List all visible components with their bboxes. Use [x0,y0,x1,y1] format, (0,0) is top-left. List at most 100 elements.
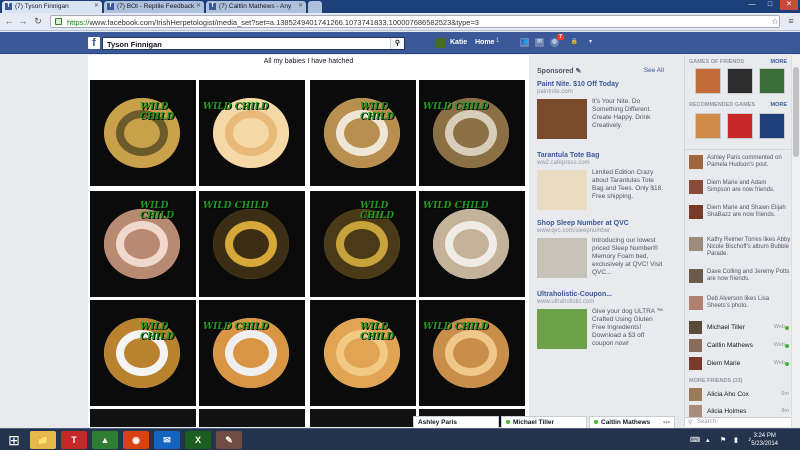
divider [685,149,792,150]
album-photo[interactable]: WILD CHILD [199,300,305,406]
snake-coil [124,229,160,259]
system-clock[interactable]: 3:24 PM 5/23/2014 [751,432,778,448]
game-thumbnail[interactable] [695,68,721,94]
search-icon[interactable]: ⚲ [390,38,404,49]
watermark-text: WILD CHILD [360,102,395,122]
album-photo[interactable] [199,409,305,427]
more-options-icon[interactable]: ••• [663,419,670,426]
sponsored-ad[interactable]: Shop Sleep Number at QVC www.qvc.com/slee… [537,220,668,278]
taskbar-chrome-icon[interactable]: ◉ [123,431,149,449]
flag-icon[interactable]: ⚑ [720,436,726,444]
chat-friend[interactable]: Diem Marie Web [689,357,789,371]
ad-title[interactable]: Shop Sleep Number at QVC [537,220,668,227]
album-photo[interactable] [310,409,416,427]
sponsored-ad[interactable]: Ultraholistic-Coupon... www.ultraholistic… [537,291,668,349]
album-photo[interactable]: WILD CHILD [310,191,416,297]
ad-image[interactable] [537,99,587,139]
album-photo[interactable]: WILD CHILD [310,300,416,406]
privacy-lock-icon[interactable]: 🔒 [570,38,579,47]
avatar [689,155,703,169]
ad-title[interactable]: Paint Nite. $10 Off Today [537,81,668,88]
photo-album: All my babies I have hatched WILD CHILD W… [88,55,529,427]
right-rail: GAMES OF FRIENDS MORE RECOMMENDED GAMES … [684,55,792,427]
url-scheme: https:// [67,18,90,27]
facebook-favicon-icon: f [209,3,216,10]
album-photo[interactable]: WILD CHILD [310,80,416,186]
profile-name-link[interactable]: Katie [450,39,467,46]
recommended-more-link[interactable]: MORE [771,102,788,108]
game-thumbnail[interactable] [759,113,785,139]
user-avatar[interactable] [436,38,446,48]
ad-image[interactable] [537,170,587,210]
home-link[interactable]: Home [475,39,494,46]
minimize-button[interactable]: — [744,0,760,10]
network-icon[interactable]: ▮ [734,436,738,444]
chat-tab-ashley[interactable]: Ashley Paris [413,416,499,428]
sponsored-ad[interactable]: Paint Nite. $10 Off Today paintnite.com It… [537,81,668,139]
album-photo[interactable]: WILD CHILD [419,80,525,186]
watermark-text: WILD CHILD [360,322,395,342]
account-chevron-down-icon[interactable]: ▾ [586,38,595,47]
friend-requests-icon[interactable]: 👥 [520,38,529,47]
address-bar[interactable]: https://www.facebook.com/IrishHerpetolog… [50,15,780,28]
game-thumbnail[interactable] [727,113,753,139]
browser-tab-boi[interactable]: f (7) BOI - Reptile Feedback ✕ [104,1,204,13]
game-thumbnail[interactable] [727,68,753,94]
taskbar-outlook-icon[interactable]: ✉ [154,431,180,449]
album-photo[interactable]: WILD CHILD [90,191,196,297]
album-photo[interactable]: WILD CHILD [199,80,305,186]
maximize-button[interactable]: □ [762,0,778,10]
taskbar-explorer-icon[interactable]: 📁 [30,431,56,449]
snake-coil [233,338,269,368]
ad-title[interactable]: Tarantula Tote Bag [537,152,668,159]
keyboard-icon[interactable]: ⌨ [690,436,700,444]
reload-icon[interactable]: ↻ [33,16,43,27]
close-window-button[interactable]: ✕ [780,0,798,10]
game-thumbnail[interactable] [695,113,721,139]
see-all-link[interactable]: See All [644,67,664,74]
online-dot-icon [506,420,510,424]
chat-friend[interactable]: Alicia Aho Cox 6m [689,388,789,402]
taskbar-app-t-icon[interactable]: T [61,431,87,449]
taskbar-paint-icon[interactable]: ✎ [216,431,242,449]
new-tab-button[interactable] [308,1,322,13]
sponsored-ad[interactable]: Tarantula Tote Bag ww2.cafepress.com Limit… [537,152,668,210]
watermark-text: WILD CHILD [140,201,175,221]
facebook-search-input[interactable]: Tyson Finnigan ⚲ [102,37,405,50]
chat-tab-michael[interactable]: Michael Tiller [501,416,587,428]
taskbar-drive-icon[interactable]: ▲ [92,431,118,449]
browser-tab-caitlin[interactable]: f (7) Caitlin Mathews - Any ✕ [206,1,306,13]
browser-tab-tyson[interactable]: f (7) Tyson Finnigan ✕ [2,1,102,13]
menu-icon[interactable]: ≡ [786,16,796,27]
album-photo[interactable] [90,409,196,427]
forward-arrow-icon[interactable]: → [18,16,28,27]
game-thumbnail[interactable] [759,68,785,94]
ad-image[interactable] [537,238,587,278]
facebook-logo-icon[interactable]: f [88,37,100,49]
chat-tab-caitlin[interactable]: Caitlin Mathews ••• [589,416,675,428]
bookmark-star-icon[interactable]: ☆ [770,16,780,27]
album-photo[interactable]: WILD CHILD [419,300,525,406]
scrollbar-thumb[interactable] [793,67,799,157]
chat-friend[interactable]: Caitlin Mathews Web [689,339,789,353]
ad-body: Give your dog ULTRA ™ Crafted Using Glut… [592,308,664,347]
ad-image[interactable] [537,309,587,349]
close-tab-icon[interactable]: ✕ [196,2,201,9]
album-photo[interactable]: WILD CHILD [199,191,305,297]
album-photo[interactable]: WILD CHILD [90,300,196,406]
close-tab-icon[interactable]: ✕ [298,2,303,9]
back-arrow-icon[interactable]: ← [4,16,14,27]
windows-start-icon[interactable]: ⊞ [2,431,26,449]
album-photo[interactable]: WILD CHILD [419,191,525,297]
taskbar-excel-icon[interactable]: X [185,431,211,449]
games-more-link[interactable]: MORE [771,59,788,65]
close-tab-icon[interactable]: ✕ [94,2,99,9]
pencil-icon[interactable]: ✎ [576,68,582,75]
album-photo[interactable]: WILD CHILD [90,80,196,186]
tray-arrow-icon[interactable]: ▴ [706,436,710,444]
page-scrollbar[interactable] [791,55,800,427]
chat-search-input[interactable]: ⚲ Search [685,417,792,427]
ad-title[interactable]: Ultraholistic-Coupon... [537,291,668,298]
messages-icon[interactable]: ✉ [535,38,544,47]
chat-friend[interactable]: Michael Tiller Web [689,321,789,335]
